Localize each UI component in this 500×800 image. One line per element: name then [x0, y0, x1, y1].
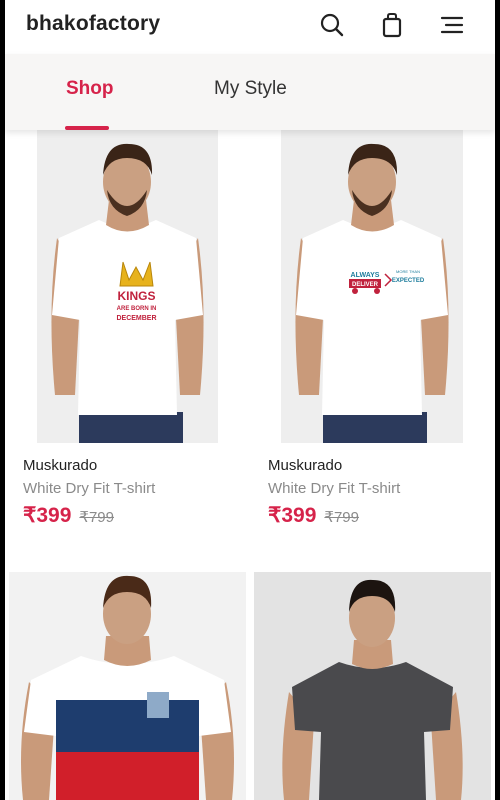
search-icon[interactable]: [315, 8, 349, 42]
product-name: White Dry Fit T-shirt: [268, 480, 401, 497]
product-image[interactable]: KINGS ARE BORN IN DECEMBER: [37, 130, 218, 443]
print-text-more: MORE THAN: [396, 269, 420, 274]
brand-logo[interactable]: bhakofactory: [26, 12, 160, 36]
app-screen: bhakofactory Shop My Style KINGS ARE BOR…: [5, 0, 495, 800]
product-brand: Muskurado: [268, 457, 343, 474]
top-header: bhakofactory: [5, 0, 495, 52]
product-card[interactable]: KINGS ARE BORN IN DECEMBER Muskurado Whi…: [5, 130, 250, 530]
product-mrp: ₹799: [324, 509, 359, 526]
tab-bar: Shop My Style: [5, 54, 495, 130]
tab-my-style[interactable]: My Style: [210, 54, 300, 130]
print-text-month: DECEMBER: [116, 315, 156, 322]
product-price-row: ₹399 ₹799: [268, 503, 400, 528]
tab-my-style-label: My Style: [214, 78, 287, 99]
print-text-always: ALWAYS: [351, 272, 380, 279]
product-brand: Muskurado: [23, 457, 98, 474]
menu-icon[interactable]: [435, 8, 469, 42]
tab-shop[interactable]: Shop: [60, 54, 114, 130]
shopping-bag-icon[interactable]: [375, 8, 409, 42]
product-image[interactable]: [254, 572, 491, 800]
product-card[interactable]: ALWAYS DELIVER MORE THAN EXPECTED Muskur…: [250, 130, 495, 530]
product-price: ₹399: [23, 504, 72, 527]
product-name: White Dry Fit T-shirt: [23, 480, 156, 497]
active-tab-indicator: [65, 126, 109, 130]
product-info: Muskurado White Dry Fit T-shirt ₹399 ₹79…: [268, 457, 400, 528]
product-mrp: ₹799: [79, 509, 114, 526]
print-text-kings: KINGS: [117, 289, 155, 303]
product-card[interactable]: [254, 572, 491, 800]
product-card[interactable]: [9, 572, 246, 800]
product-image[interactable]: ALWAYS DELIVER MORE THAN EXPECTED: [281, 130, 463, 443]
print-text-born: ARE BORN IN: [117, 306, 157, 312]
product-price-row: ₹399 ₹799: [23, 503, 155, 528]
tab-shop-label: Shop: [66, 78, 114, 99]
product-price: ₹399: [268, 504, 317, 527]
print-text-expected: EXPECTED: [392, 278, 425, 284]
print-text-deliver: DELIVER: [352, 282, 379, 288]
product-info: Muskurado White Dry Fit T-shirt ₹399 ₹79…: [23, 457, 155, 528]
product-image[interactable]: [9, 572, 246, 800]
